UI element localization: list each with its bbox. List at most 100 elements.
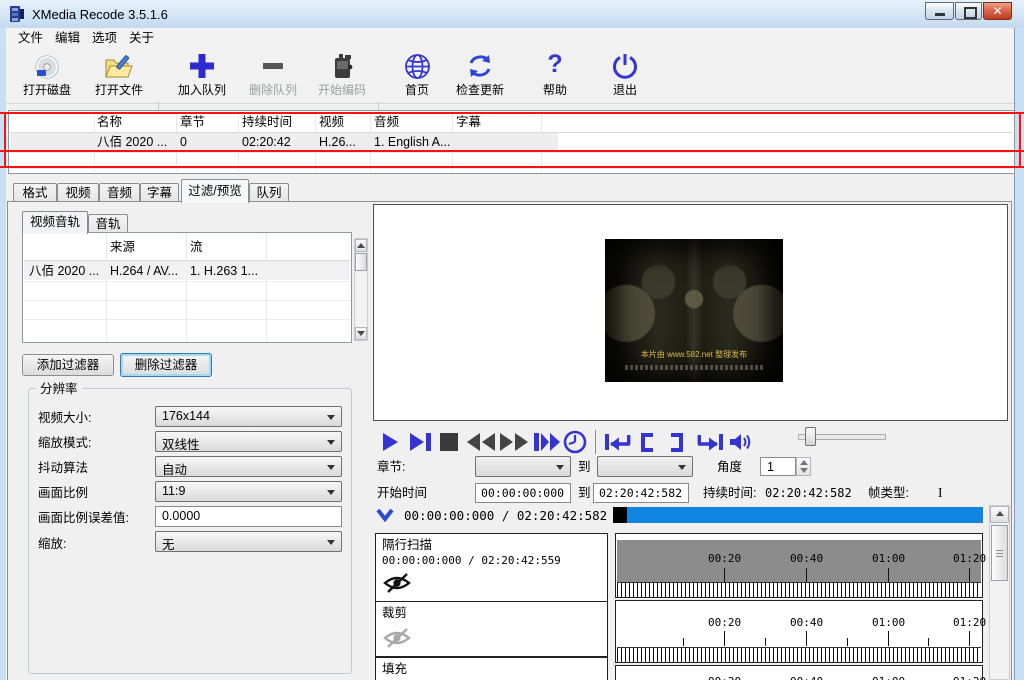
scrollbar-thumb[interactable] <box>355 253 367 271</box>
menu-file[interactable]: 文件 <box>18 31 43 46</box>
ruler-label: 01:20 <box>953 552 986 565</box>
spin-down-icon[interactable] <box>800 468 808 473</box>
tab-audio[interactable]: 音频 <box>99 183 140 202</box>
scroll-up-button[interactable] <box>990 506 1009 523</box>
add-filter-button[interactable]: 添加过滤器 <box>22 354 114 376</box>
aspect-error-input[interactable]: 0.0000 <box>155 506 342 527</box>
scale-mode-select[interactable]: 双线性 <box>155 431 342 452</box>
table-row[interactable]: 八佰 2020 ... H.264 / AV... 1. H.263 1... <box>24 261 350 280</box>
angle-input[interactable]: 1 <box>760 457 796 476</box>
chapter-to-select[interactable] <box>597 456 693 477</box>
start-time-input[interactable]: 00:00:00:000 <box>475 483 571 503</box>
minimize-button[interactable] <box>925 2 954 20</box>
filter-item-deinterlace[interactable]: 隔行扫描 00:00:00:000 / 02:20:42:559 <box>375 533 608 602</box>
filter-item-crop[interactable]: 裁剪 <box>375 601 608 657</box>
tab-subtitle[interactable]: 字幕 <box>140 183 179 202</box>
cell-name: 八佰 2020 ... <box>29 264 99 279</box>
open-disc-button[interactable]: 打开磁盘 <box>17 52 77 100</box>
menu-options[interactable]: 选项 <box>92 31 117 46</box>
add-queue-button[interactable]: 加入队列 <box>172 52 232 100</box>
speaker-icon-button[interactable] <box>728 431 752 453</box>
play-button[interactable] <box>381 432 399 452</box>
stop-button[interactable] <box>440 433 458 451</box>
tab-queue[interactable]: 队列 <box>249 183 289 202</box>
rewind-button[interactable] <box>466 432 496 452</box>
exit-button[interactable]: 退出 <box>595 52 655 100</box>
fast-forward-button[interactable] <box>499 432 529 452</box>
eye-off-icon[interactable] <box>383 571 411 595</box>
chapter-label: 章节: <box>377 460 405 475</box>
spin-up-icon[interactable] <box>800 460 808 465</box>
col-chapter[interactable]: 章节 <box>180 115 205 130</box>
col-duration[interactable]: 持续时间 <box>242 115 292 130</box>
close-button[interactable]: ✕ <box>983 2 1012 20</box>
filter-name: 隔行扫描 <box>382 538 432 553</box>
ruler-label: 00:20 <box>708 552 741 565</box>
scrollbar-thumb[interactable] <box>991 525 1008 581</box>
filter-item-pad[interactable]: 填充 <box>375 657 608 680</box>
chapter-from-select[interactable] <box>475 456 571 477</box>
maximize-button[interactable] <box>955 2 982 20</box>
menu-edit[interactable]: 编辑 <box>55 31 80 46</box>
tab-filter-preview[interactable]: 过滤/预览 <box>181 179 249 203</box>
set-end-mark-button[interactable] <box>670 433 686 452</box>
col-source[interactable]: 来源 <box>110 240 135 255</box>
eye-off-icon-disabled[interactable] <box>383 626 411 650</box>
open-file-button[interactable]: 打开文件 <box>89 52 149 100</box>
clock-icon-button[interactable] <box>563 430 587 454</box>
ruler-label: 00:20 <box>708 675 741 680</box>
col-name[interactable]: 名称 <box>97 115 122 130</box>
col-subtitle[interactable]: 字幕 <box>456 115 481 130</box>
cell-duration: 02:20:42 <box>242 135 291 150</box>
aspect-label: 画面比例 <box>38 486 88 501</box>
video-size-select[interactable]: 176x144 <box>155 406 342 427</box>
help-button[interactable]: ? 帮助 <box>525 52 585 100</box>
start-time-label: 开始时间 <box>377 486 427 501</box>
scroll-down-button[interactable] <box>355 327 367 340</box>
volume-slider-thumb[interactable] <box>805 427 816 446</box>
help-icon: ? <box>525 50 585 79</box>
chevron-down-icon <box>327 440 335 445</box>
start-encode-button[interactable]: 开始编码 <box>312 52 372 100</box>
end-time-input[interactable]: 02:20:42:582 <box>593 483 689 503</box>
seek-bar[interactable] <box>627 507 983 523</box>
refresh-icon <box>467 53 493 79</box>
home-button[interactable]: 首页 <box>387 52 447 100</box>
ruler-label: 00:40 <box>790 675 823 680</box>
ruler-label: 01:00 <box>872 616 905 629</box>
remove-queue-button[interactable]: 删除队列 <box>243 52 303 100</box>
set-start-mark-button[interactable] <box>638 433 654 452</box>
check-update-button[interactable]: 检查更新 <box>450 52 510 100</box>
dither-select[interactable]: 自动 <box>155 456 342 477</box>
step-forward-button[interactable] <box>533 432 561 452</box>
subtab-audio-track[interactable]: 音轨 <box>88 214 128 234</box>
zoom-select[interactable]: 无 <box>155 531 342 552</box>
table-row[interactable]: 八佰 2020 ... 0 02:20:42 H.26... 1. Englis… <box>10 133 558 151</box>
stream-table-scrollbar[interactable] <box>354 238 368 341</box>
go-to-start-mark-button[interactable] <box>604 432 632 452</box>
preview-pane-scrollbar[interactable] <box>989 505 1010 680</box>
angle-spinner[interactable] <box>796 457 811 476</box>
ruler-label: 00:40 <box>790 616 823 629</box>
menu-about[interactable]: 关于 <box>129 31 154 46</box>
next-frame-button[interactable] <box>409 432 433 452</box>
filter-name: 裁剪 <box>382 606 407 621</box>
col-stream[interactable]: 流 <box>190 240 203 255</box>
chevron-down-icon[interactable] <box>376 508 394 522</box>
col-video[interactable]: 视频 <box>319 115 344 130</box>
remove-filter-button[interactable]: 删除过滤器 <box>120 353 212 377</box>
timeline-ruler-crop[interactable]: 00:20 00:40 01:00 01:20 <box>615 600 983 663</box>
timeline-ruler-pad[interactable]: 00:20 00:40 01:00 01:20 <box>615 665 983 680</box>
ruler-label: 00:20 <box>708 616 741 629</box>
aspect-select[interactable]: 11:9 <box>155 481 342 502</box>
col-audio[interactable]: 音频 <box>374 115 399 130</box>
subtab-video-track[interactable]: 视频音轨 <box>22 211 88 234</box>
minimize-icon <box>935 13 945 16</box>
toolbar-label: 检查更新 <box>450 81 510 98</box>
go-to-end-mark-button[interactable] <box>696 432 724 452</box>
seek-position-marker[interactable] <box>613 507 627 523</box>
timeline-ruler-deinterlace[interactable]: 00:20 00:40 01:00 01:20 <box>615 533 983 598</box>
tab-format[interactable]: 格式 <box>13 183 57 202</box>
scroll-up-button[interactable] <box>355 239 367 252</box>
tab-video[interactable]: 视频 <box>57 183 99 202</box>
